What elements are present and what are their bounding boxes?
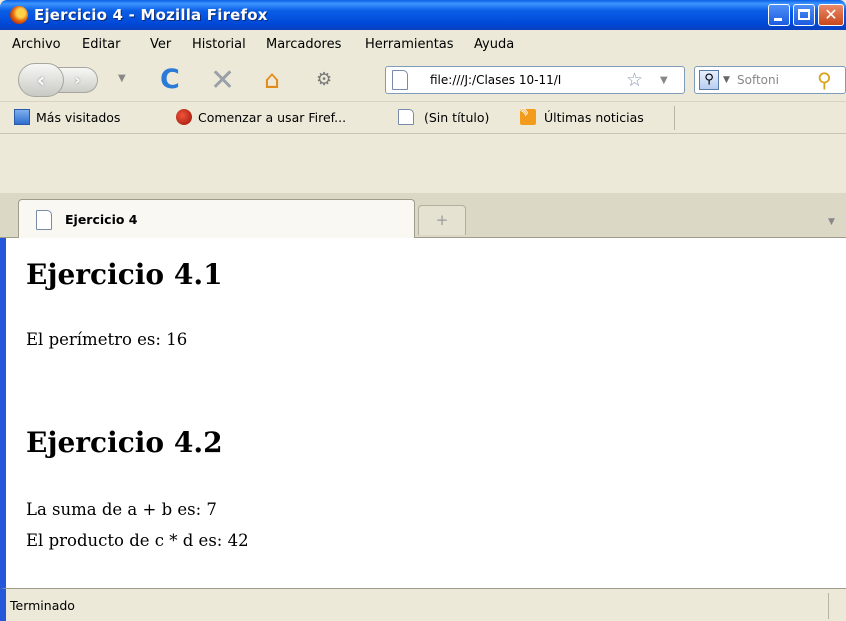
tab-ejercicio-4[interactable]: Ejercicio 4 [18,199,415,239]
status-bar: Terminado [0,588,846,621]
reload-icon[interactable]: C [160,64,180,95]
close-button[interactable]: ✕ [818,4,844,26]
tab-bar: Ejercicio 4 + ▼ [0,193,846,239]
page-content: Ejercicio 4.1 El perímetro es: 16 Ejerci… [0,238,846,588]
bookmarks-separator [674,106,675,130]
new-tab-button[interactable]: + [418,205,466,235]
window-title: Ejercicio 4 - Mozilla Firefox [34,6,268,24]
browser-window: Ejercicio 4 - Mozilla Firefox ✕ Archivo … [0,0,846,621]
forward-button[interactable]: › [58,67,98,93]
bookmark-untitled[interactable]: (Sin título) [424,110,489,125]
menu-herramientas[interactable]: Herramientas [365,37,454,52]
perimeter-text: El perímetro es: 16 [26,330,188,349]
menu-historial[interactable]: Historial [192,37,246,52]
menu-editar[interactable]: Editar [82,37,121,52]
bookmarks-toolbar: Más visitados Comenzar a usar Firef... (… [0,102,846,134]
search-magnifier-icon[interactable]: ⚲ [817,68,832,92]
minimize-icon [774,18,782,21]
product-text: El producto de c * d es: 42 [26,531,249,550]
forward-arrow-icon: › [74,71,81,89]
close-icon: ✕ [824,5,838,24]
url-dropdown-icon[interactable]: ▼ [660,75,668,86]
bookmark-most-visited[interactable]: Más visitados [36,110,120,125]
menu-archivo[interactable]: Archivo [12,37,61,52]
maximize-icon [798,9,810,20]
tab-page-icon [36,210,52,230]
section2-heading: Ejercicio 4.2 [26,426,223,459]
history-dropdown-icon[interactable]: ▼ [118,73,126,84]
back-arrow-icon: ‹ [36,68,46,92]
back-button[interactable]: ‹ [18,63,64,97]
search-bar[interactable]: ⚲ ▼ Softoni ⚲ [694,66,846,94]
firefox-logo-icon [10,6,28,24]
minimize-button[interactable] [768,4,790,26]
search-engine-dropdown-icon[interactable]: ▼ [723,75,730,85]
most-visited-icon [14,109,30,125]
menu-bar: Archivo Editar Ver Historial Marcadores … [0,30,846,58]
bookmark-star-icon[interactable]: ☆ [626,69,643,91]
maximize-button[interactable] [793,4,815,26]
section1-heading: Ejercicio 4.1 [26,258,223,291]
menu-ayuda[interactable]: Ayuda [474,37,514,52]
bookmark-getting-started[interactable]: Comenzar a usar Firef... [198,110,346,125]
home-icon[interactable]: ⌂ [264,65,280,94]
resize-grip[interactable] [828,593,829,619]
menu-marcadores[interactable]: Marcadores [266,37,341,52]
status-text: Terminado [10,598,75,613]
menu-ver[interactable]: Ver [150,37,171,52]
plus-icon: + [435,211,449,229]
url-input[interactable]: file:///J:/Clases 10-11/I [430,73,620,87]
getting-started-icon [176,109,192,125]
tab-list-dropdown-icon[interactable]: ▼ [828,217,835,227]
rss-feed-icon [520,109,536,125]
page-favicon-icon [392,70,408,90]
stop-icon[interactable]: ✕ [210,63,235,98]
addon-icon[interactable]: ⚙ [316,69,332,90]
navigation-toolbar: › ‹ ▼ C ✕ ⌂ ⚙ file:///J:/Clases 10-11/I … [0,58,846,102]
bookmark-latest-news[interactable]: Últimas noticias [544,110,644,125]
sum-text: La suma de a + b es: 7 [26,500,217,519]
search-engine-icon[interactable]: ⚲ [699,70,719,90]
untitled-page-icon [398,109,414,125]
url-bar[interactable]: file:///J:/Clases 10-11/I ☆ ▼ [385,66,685,94]
title-bar[interactable]: Ejercicio 4 - Mozilla Firefox ✕ [0,0,846,30]
tab-label: Ejercicio 4 [65,212,138,227]
search-input[interactable]: Softoni [737,73,779,87]
